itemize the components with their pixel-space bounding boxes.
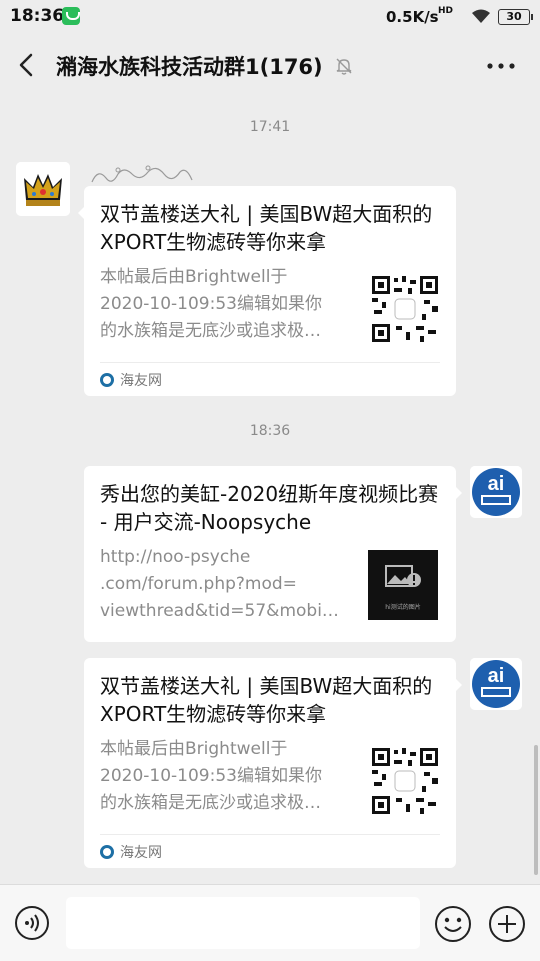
- svg-text:ai: ai: [488, 665, 505, 687]
- wifi-icon: [472, 9, 490, 23]
- network-hd-label: HD: [438, 6, 454, 16]
- qr-code-thumbnail: [370, 274, 440, 344]
- source-label: 海友网: [120, 845, 162, 861]
- back-icon[interactable]: [14, 52, 40, 78]
- card-source: 海友网: [100, 370, 162, 390]
- bubble-tail: [455, 486, 462, 500]
- card-title: 秀出您的美缸-2020纽斯年度视频比赛 - 用户交流-Noopsyche: [100, 482, 439, 534]
- link-card-message[interactable]: 双节盖楼送大礼 | 美国BW超大面积的XPORT生物滤砖等你来拿 本帖最后由Br…: [78, 186, 456, 396]
- chat-input-bar: [0, 884, 540, 961]
- bubble-tail: [455, 678, 462, 692]
- card-description: 本帖最后由Brightwell于 2020-10-109:53编辑如果你 的水族…: [100, 267, 322, 341]
- avatar[interactable]: ai: [470, 658, 522, 710]
- thumbnail-caption: hi测试的图片: [385, 604, 421, 611]
- link-card-message[interactable]: 秀出您的美缸-2020纽斯年度视频比赛 - 用户交流-Noopsyche htt…: [84, 466, 462, 642]
- emoji-icon[interactable]: [434, 905, 472, 943]
- more-icon[interactable]: [486, 62, 516, 70]
- message-timestamp: 18:36: [249, 423, 291, 439]
- card-title: 双节盖楼送大礼 | 美国BW超大面积的XPORT生物滤砖等你来拿: [100, 674, 433, 726]
- source-logo-icon: [100, 845, 114, 859]
- crown-icon: [16, 162, 70, 216]
- card-title: 双节盖楼送大礼 | 美国BW超大面积的XPORT生物滤砖等你来拿: [100, 202, 433, 254]
- bubble-tail: [78, 206, 85, 220]
- avatar[interactable]: ai: [470, 466, 522, 518]
- source-label: 海友网: [120, 373, 162, 389]
- chat-title: 潲海水族科技活动群1(176): [56, 55, 323, 79]
- status-time: 18:36: [10, 6, 65, 26]
- status-bar: 18:36 0.5K/s HD 30: [0, 0, 540, 34]
- card-source: 海友网: [100, 842, 162, 862]
- battery-indicator: 30: [498, 9, 533, 25]
- qr-code-thumbnail: [370, 746, 440, 816]
- app-notification-icon: [62, 7, 80, 25]
- ai-logo-icon: ai: [470, 466, 522, 518]
- plus-icon[interactable]: [488, 905, 526, 943]
- link-card-message[interactable]: 双节盖楼送大礼 | 美国BW超大面积的XPORT生物滤砖等你来拿 本帖最后由Br…: [84, 658, 462, 868]
- avatar[interactable]: [16, 162, 70, 216]
- card-description: 本帖最后由Brightwell于 2020-10-109:53编辑如果你 的水族…: [100, 739, 322, 813]
- message-input[interactable]: [66, 897, 420, 949]
- voice-icon[interactable]: [14, 905, 50, 941]
- card-divider: [100, 834, 440, 835]
- card-description: http://noo-psyche .com/forum.php?mod= vi…: [100, 547, 339, 621]
- source-logo-icon: [100, 373, 114, 387]
- chat-header: 潲海水族科技活动群1(176): [0, 34, 540, 98]
- card-divider: [100, 362, 440, 363]
- message-timestamp: 17:41: [249, 119, 291, 135]
- svg-text:ai: ai: [488, 473, 505, 495]
- ai-logo-icon: ai: [470, 658, 522, 710]
- scrollbar[interactable]: [534, 745, 538, 875]
- network-speed: 0.5K/s: [386, 8, 439, 26]
- mute-bell-icon: [336, 58, 352, 75]
